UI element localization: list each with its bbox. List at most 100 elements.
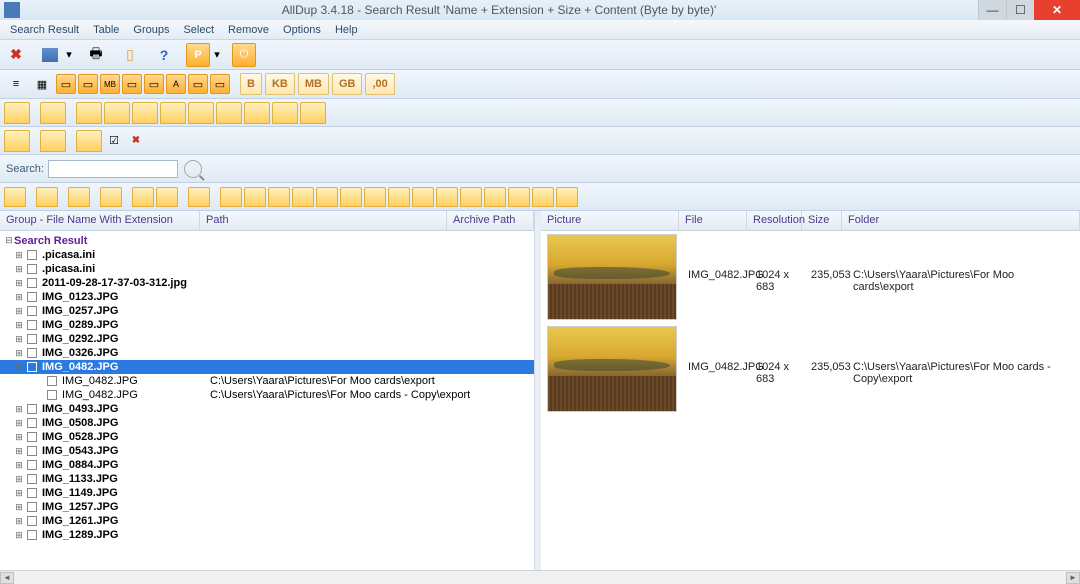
expand-icon[interactable]: ⊞ [14,250,24,261]
select-action-7-icon[interactable] [220,187,242,207]
folder-del-x-icon[interactable]: ✖ [126,131,146,151]
checkbox[interactable] [27,250,37,260]
col-group[interactable]: Group - File Name With Extension [0,211,200,230]
select-action-18-icon[interactable] [484,187,506,207]
help-icon[interactable]: ? [152,43,176,67]
save-dropdown-icon[interactable]: ▾ [64,43,74,67]
expand-icon[interactable]: ⊞ [14,502,24,513]
expand-icon[interactable]: ⊞ [14,516,24,527]
tree-group-row[interactable]: ⊞2011-09-28-17-37-03-312.jpg [0,276,534,290]
expand-icon[interactable]: ⊞ [14,460,24,471]
folder-action-4-icon[interactable] [132,102,158,124]
checkbox[interactable] [27,460,37,470]
expand-icon[interactable]: ⊞ [14,348,24,359]
expand-icon[interactable]: ⊞ [14,446,24,457]
select-action-10-icon[interactable] [292,187,314,207]
folder-action-9-icon[interactable] [272,102,298,124]
tree-group-row[interactable]: ⊞IMG_0528.JPG [0,430,534,444]
tree-group-row[interactable]: ⊞IMG_1261.JPG [0,514,534,528]
checkbox[interactable] [27,264,37,274]
select-action-8-icon[interactable] [244,187,266,207]
tree-group-row[interactable]: ⊞IMG_0493.JPG [0,402,534,416]
col-resolution[interactable]: Resolution [747,211,802,230]
col-archive[interactable]: Archive Path [447,211,534,230]
expand-icon[interactable]: ⊞ [14,530,24,541]
tree-group-row[interactable]: ⊞IMG_0326.JPG [0,346,534,360]
checkbox[interactable] [47,376,57,386]
search-input[interactable] [48,160,178,178]
tree-group-row[interactable]: ⊞IMG_1257.JPG [0,500,534,514]
select-action-9-icon[interactable] [268,187,290,207]
select-action-12-icon[interactable] [340,187,362,207]
col-5-icon[interactable]: ▭ [188,74,208,94]
checkbox[interactable] [27,404,37,414]
col-2-icon[interactable]: ▭ [78,74,98,94]
folder-action-8-icon[interactable] [244,102,270,124]
folder-del-check-icon[interactable]: ☑ [104,131,124,151]
window-minimize-button[interactable]: — [978,0,1006,20]
col-1-icon[interactable]: ▭ [56,74,76,94]
checkbox[interactable] [27,306,37,316]
document-icon[interactable]: ▯ [118,43,142,67]
save-icon[interactable] [38,43,62,67]
expand-icon[interactable]: ⊞ [14,432,24,443]
expand-icon[interactable]: ⊞ [14,306,24,317]
expand-icon[interactable]: ⊟ [14,362,24,373]
checkbox[interactable] [27,320,37,330]
expand-icon[interactable]: ⊞ [14,334,24,345]
tree-group-row[interactable]: ⊞IMG_0884.JPG [0,458,534,472]
select-action-19-icon[interactable] [508,187,530,207]
folder-action-3-icon[interactable] [104,102,130,124]
checkbox[interactable] [47,390,57,400]
col-path[interactable]: Path [200,211,447,230]
scroll-right-icon[interactable]: ► [1066,572,1080,584]
col-4-icon[interactable]: ▭ [144,74,164,94]
tree-group-row[interactable]: ⊞.picasa.ini [0,248,534,262]
menu-select[interactable]: Select [177,22,220,38]
select-action-0-icon[interactable] [4,187,26,207]
col-file[interactable]: File [679,211,747,230]
checkbox[interactable] [27,278,37,288]
col-size[interactable]: Size [802,211,842,230]
col-mb-icon[interactable]: MB [100,74,120,94]
tree-root[interactable]: ⊟Search Result [0,233,534,248]
checkbox[interactable] [27,292,37,302]
select-action-20-icon[interactable] [532,187,554,207]
checkbox[interactable] [27,432,37,442]
col-6-icon[interactable]: ▭ [210,74,230,94]
folder-action-0-icon[interactable] [4,102,30,124]
folder-action-5-icon[interactable] [160,102,186,124]
tree-group-row[interactable]: ⊟IMG_0482.JPG [0,360,534,374]
col-3-icon[interactable]: ▭ [122,74,142,94]
size-dec-button[interactable]: ,00 [365,73,394,95]
tree-file-row[interactable]: IMG_0482.JPGC:\Users\Yaara\Pictures\For … [0,388,534,402]
power-icon[interactable]: ⏻ [232,43,256,67]
checkbox[interactable] [27,488,37,498]
size-mb-button[interactable]: MB [298,73,329,95]
select-action-21-icon[interactable] [556,187,578,207]
tree-file-row[interactable]: IMG_0482.JPGC:\Users\Yaara\Pictures\For … [0,374,534,388]
select-action-15-icon[interactable] [412,187,434,207]
folder-action-10-icon[interactable] [300,102,326,124]
search-icon[interactable] [184,160,202,178]
select-action-17-icon[interactable] [460,187,482,207]
tree-group-row[interactable]: ⊞IMG_1149.JPG [0,486,534,500]
select-action-5-icon[interactable] [156,187,178,207]
menu-table[interactable]: Table [87,22,125,38]
size-b-button[interactable]: B [240,73,262,95]
checkbox[interactable] [27,334,37,344]
folder-action-2-icon[interactable] [76,102,102,124]
expand-icon[interactable]: ⊞ [14,404,24,415]
tree-group-row[interactable]: ⊞IMG_0508.JPG [0,416,534,430]
expand-icon[interactable]: ⊞ [14,278,24,289]
view-grid-icon[interactable]: ▦ [30,72,54,96]
checkbox[interactable] [27,516,37,526]
scroll-left-icon[interactable]: ◄ [0,572,14,584]
window-maximize-button[interactable]: ☐ [1006,0,1034,20]
col-folder[interactable]: Folder [842,211,1080,230]
folder-uncheck-icon[interactable] [40,130,66,152]
result-tree[interactable]: ⊟Search Result ⊞.picasa.ini⊞.picasa.ini⊞… [0,231,534,570]
select-action-1-icon[interactable] [36,187,58,207]
tree-group-row[interactable]: ⊞IMG_0292.JPG [0,332,534,346]
folder-action-7-icon[interactable] [216,102,242,124]
